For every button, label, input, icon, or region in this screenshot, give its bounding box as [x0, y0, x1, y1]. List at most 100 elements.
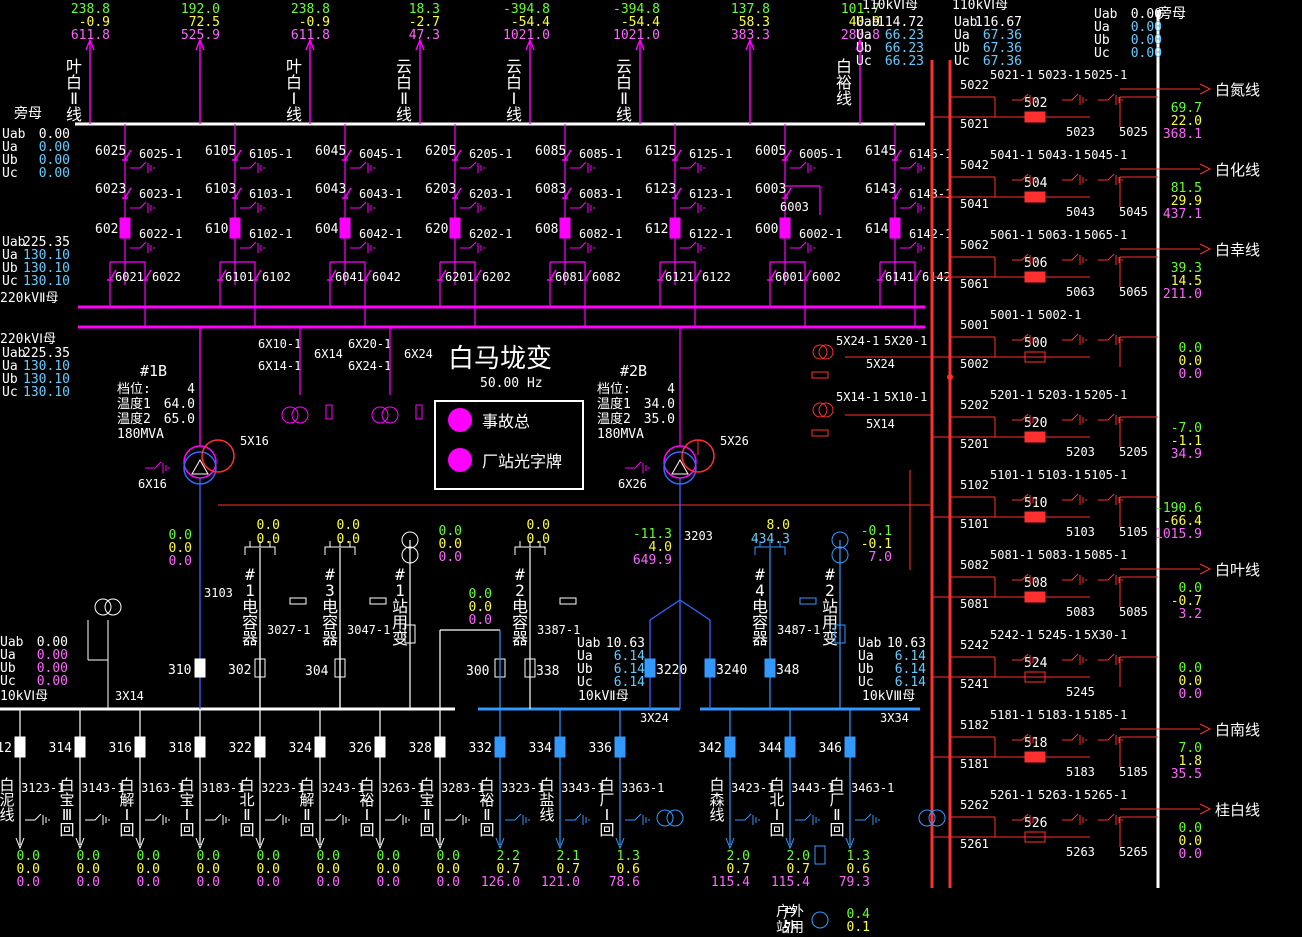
- breaker-220kv[interactable]: [119, 217, 131, 239]
- breaker-220kv[interactable]: [339, 217, 351, 239]
- ground-switch-icon[interactable]: [680, 241, 705, 253]
- ground-switch-icon[interactable]: [1098, 253, 1123, 265]
- accident-alarm-button[interactable]: 事故总: [448, 408, 530, 432]
- breaker-10kv[interactable]: [194, 736, 206, 758]
- station-signal-board-button[interactable]: 厂站光字牌: [448, 448, 562, 472]
- breaker-110kv[interactable]: [1024, 271, 1046, 283]
- ground-switch-icon[interactable]: [900, 161, 925, 173]
- ground-switch-icon[interactable]: [1062, 493, 1087, 505]
- ground-switch-icon[interactable]: [1098, 173, 1123, 185]
- measurement-value: 1021.0: [613, 28, 660, 43]
- ground-switch-icon[interactable]: [130, 161, 155, 173]
- breaker-10kv[interactable]: [74, 736, 86, 758]
- ground-switch-icon[interactable]: [145, 461, 170, 473]
- breaker-10kv[interactable]: [614, 736, 626, 758]
- ground-switch-icon[interactable]: [385, 813, 410, 825]
- ground-switch-icon[interactable]: [1062, 653, 1087, 665]
- breaker-10kv[interactable]: [704, 658, 716, 678]
- transformer-winding-icon[interactable]: [183, 445, 217, 479]
- ground-switch-icon[interactable]: [1062, 93, 1087, 105]
- breaker-10kv[interactable]: [724, 736, 736, 758]
- breaker-220kv[interactable]: [559, 217, 571, 239]
- ground-switch-icon[interactable]: [1098, 493, 1123, 505]
- breaker-10kv[interactable]: [314, 736, 326, 758]
- ground-switch-icon[interactable]: [900, 241, 925, 253]
- ground-switch-icon[interactable]: [240, 201, 265, 213]
- ground-switch-icon[interactable]: [350, 241, 375, 253]
- breaker-110kv[interactable]: [1024, 511, 1046, 523]
- ground-switch-icon[interactable]: [1098, 573, 1123, 585]
- ground-switch-icon[interactable]: [460, 201, 485, 213]
- breaker-10kv[interactable]: [14, 736, 26, 758]
- ground-switch-icon[interactable]: [145, 813, 170, 825]
- breaker-220kv[interactable]: [229, 217, 241, 239]
- breaker-110kv[interactable]: [1024, 191, 1046, 203]
- ground-switch-icon[interactable]: [1062, 733, 1087, 745]
- ground-switch-icon[interactable]: [85, 813, 110, 825]
- breaker-220kv[interactable]: [779, 217, 791, 239]
- transformer-winding-icon[interactable]: [201, 439, 235, 473]
- ground-switch-icon[interactable]: [460, 241, 485, 253]
- breaker-10kv[interactable]: [434, 736, 446, 758]
- ground-switch-icon[interactable]: [350, 201, 375, 213]
- ground-switch-icon[interactable]: [460, 161, 485, 173]
- ground-switch-icon[interactable]: [205, 813, 230, 825]
- ground-switch-icon[interactable]: [240, 161, 265, 173]
- breaker-110kv[interactable]: [1024, 591, 1046, 603]
- ground-switch-icon[interactable]: [130, 201, 155, 213]
- ground-switch-icon[interactable]: [25, 813, 50, 825]
- ground-switch-icon[interactable]: [625, 461, 650, 473]
- breaker-10kv[interactable]: [194, 658, 206, 678]
- ground-switch-icon[interactable]: [325, 813, 350, 825]
- ground-switch-icon[interactable]: [350, 161, 375, 173]
- ground-switch-icon[interactable]: [240, 241, 265, 253]
- ground-switch-icon[interactable]: [570, 241, 595, 253]
- ground-switch-icon[interactable]: [855, 813, 880, 825]
- ground-switch-icon[interactable]: [1098, 333, 1123, 345]
- breaker-10kv[interactable]: [134, 736, 146, 758]
- ground-switch-icon[interactable]: [625, 813, 650, 825]
- ground-switch-icon[interactable]: [1098, 733, 1123, 745]
- switch-label: 3323-1: [501, 781, 544, 795]
- ground-switch-icon[interactable]: [790, 241, 815, 253]
- transformer-winding-icon[interactable]: [663, 445, 697, 479]
- ground-switch-icon[interactable]: [570, 161, 595, 173]
- breaker-110kv[interactable]: [1024, 111, 1046, 123]
- ground-switch-icon[interactable]: [1062, 333, 1087, 345]
- ground-switch-icon[interactable]: [1062, 173, 1087, 185]
- breaker-10kv[interactable]: [554, 736, 566, 758]
- ground-switch-icon[interactable]: [1098, 93, 1123, 105]
- ground-switch-icon[interactable]: [265, 813, 290, 825]
- breaker-10kv[interactable]: [254, 736, 266, 758]
- breaker-220kv[interactable]: [889, 217, 901, 239]
- breaker-220kv[interactable]: [449, 217, 461, 239]
- ground-switch-icon[interactable]: [1062, 573, 1087, 585]
- ground-switch-icon[interactable]: [900, 201, 925, 213]
- ground-switch-icon[interactable]: [1098, 413, 1123, 425]
- ground-switch-icon[interactable]: [1062, 413, 1087, 425]
- ground-switch-icon[interactable]: [680, 201, 705, 213]
- ground-switch-icon[interactable]: [130, 241, 155, 253]
- ground-switch-icon[interactable]: [795, 813, 820, 825]
- breaker-220kv[interactable]: [669, 217, 681, 239]
- breaker-110kv[interactable]: [1024, 751, 1046, 763]
- breaker-10kv[interactable]: [374, 736, 386, 758]
- ground-switch-icon[interactable]: [680, 161, 705, 173]
- ground-switch-icon[interactable]: [565, 813, 590, 825]
- breaker-110kv[interactable]: [1024, 431, 1046, 443]
- ground-switch-icon[interactable]: [1098, 653, 1123, 665]
- breaker-10kv[interactable]: [844, 736, 856, 758]
- breaker-10kv[interactable]: [644, 658, 656, 678]
- ground-switch-icon[interactable]: [445, 813, 470, 825]
- ground-switch-icon[interactable]: [735, 813, 760, 825]
- ground-switch-icon[interactable]: [790, 161, 815, 173]
- ground-switch-icon[interactable]: [1062, 253, 1087, 265]
- breaker-10kv[interactable]: [494, 736, 506, 758]
- ground-switch-icon[interactable]: [505, 813, 530, 825]
- breaker-10kv[interactable]: [784, 736, 796, 758]
- ground-switch-icon[interactable]: [570, 201, 595, 213]
- transformer-name: #1B: [140, 362, 167, 380]
- ground-switch-icon[interactable]: [1062, 813, 1087, 825]
- switch-label: 5045: [1119, 205, 1148, 219]
- ground-switch-icon[interactable]: [1098, 813, 1123, 825]
